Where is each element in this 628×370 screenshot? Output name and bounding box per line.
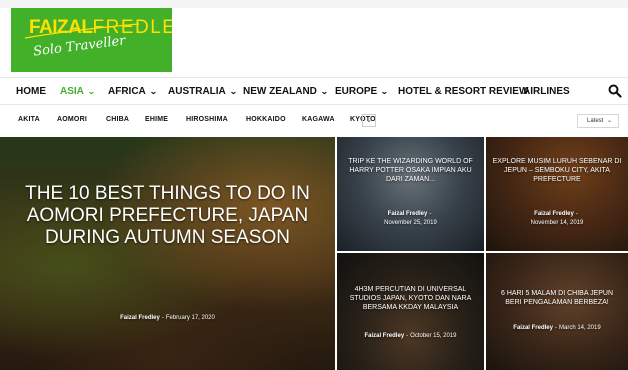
subnav-item-chiba[interactable]: CHIBA <box>106 116 129 123</box>
image-overlay <box>486 253 628 370</box>
subnav-item-kagawa[interactable]: KAGAWA <box>302 116 335 123</box>
post-author[interactable]: Faizal Fredley <box>120 315 160 321</box>
nav-item-australia[interactable]: AUSTRALIA ⌄ <box>168 86 238 97</box>
nav-item-label: NEW ZEALAND <box>243 86 317 97</box>
chevron-down-icon: ⌄ <box>149 87 158 96</box>
image-overlay <box>0 137 335 370</box>
subnav-item-hokkaido[interactable]: HOKKAIDO <box>246 116 286 123</box>
post-author[interactable]: Faizal Fredley <box>534 211 574 217</box>
post-card[interactable]: 4H3M PERCUTIAN DI UNIVERSAL STUDIOS JAPA… <box>337 253 484 370</box>
featured-title[interactable]: THE 10 BEST THINGS TO DO IN AOMORI PREFE… <box>20 183 315 249</box>
meta-separator: - <box>406 333 409 339</box>
chevron-down-icon: ⌄ <box>87 87 96 96</box>
image-overlay <box>486 137 628 251</box>
post-title[interactable]: EXPLORE MUSIM LURUH SEBENAR DI JEPUN – S… <box>492 157 622 184</box>
chevron-down-icon: ⌄ <box>366 117 372 124</box>
subnav-item-hiroshima[interactable]: HIROSHIMA <box>186 116 228 123</box>
nav-item-label: HOTEL & RESORT REVIEW <box>398 86 529 97</box>
subnav-item-ehime[interactable]: EHIME <box>145 116 168 123</box>
post-date: February 17, 2020 <box>165 315 215 321</box>
subnav-more-button[interactable]: ⌄ <box>362 114 376 127</box>
image-overlay <box>337 137 484 251</box>
main-nav: HOME ASIA ⌄ AFRICA ⌄ AUSTRALIA ⌄ NEW ZEALAN… <box>0 77 628 105</box>
meta-separator: - <box>554 325 557 331</box>
nav-item-label: AUSTRALIA <box>168 86 226 97</box>
top-strip <box>0 0 628 8</box>
chevron-down-icon: ⌄ <box>606 118 612 124</box>
post-date: October 15, 2019 <box>410 333 457 339</box>
post-meta: Faizal Fredley - <box>337 211 484 217</box>
meta-separator: - <box>429 211 432 217</box>
post-date: November 14, 2019 <box>530 220 584 226</box>
post-author[interactable]: Faizal Fredley <box>364 333 404 339</box>
post-date: November 25, 2019 <box>384 220 437 226</box>
nav-item-airlines[interactable]: AIRLINES <box>523 86 570 97</box>
chevron-down-icon: ⌄ <box>320 87 329 96</box>
chevron-down-icon: ⌄ <box>380 87 389 96</box>
post-author[interactable]: Faizal Fredley <box>513 325 553 331</box>
nav-item-hotel-resort-review[interactable]: HOTEL & RESORT REVIEW <box>398 86 528 97</box>
nav-item-label: EUROPE <box>335 86 378 97</box>
nav-item-new-zealand[interactable]: NEW ZEALAND ⌄ <box>243 86 328 97</box>
nav-item-asia[interactable]: ASIA ⌄ <box>60 86 95 97</box>
post-card[interactable]: TRIP KE THE WIZARDING WORLD OF HARRY POT… <box>337 137 484 251</box>
nav-item-label: AFRICA <box>108 86 146 97</box>
sort-select[interactable]: Latest ⌄ <box>577 114 619 128</box>
sort-select-value: Latest <box>587 118 604 124</box>
nav-item-africa[interactable]: AFRICA ⌄ <box>108 86 158 97</box>
logo-brand-part1: FAIZAL <box>29 17 93 38</box>
post-card[interactable]: EXPLORE MUSIM LURUH SEBENAR DI JEPUN – S… <box>486 137 628 251</box>
search-icon[interactable] <box>608 84 622 98</box>
subnav-item-akita[interactable]: AKITA <box>18 116 40 123</box>
featured-post[interactable]: THE 10 BEST THINGS TO DO IN AOMORI PREFE… <box>0 137 335 370</box>
subnav-item-aomori[interactable]: AOMORI <box>57 116 87 123</box>
post-date: March 14, 2019 <box>558 325 601 331</box>
post-meta: Faizal Fredley - <box>486 211 628 217</box>
post-title[interactable]: TRIP KE THE WIZARDING WORLD OF HARRY POT… <box>343 157 478 184</box>
nav-item-europe[interactable]: EUROPE ⌄ <box>335 86 389 97</box>
nav-item-label: HOME <box>16 86 46 97</box>
logo-brand: FAIZALFREDLEY <box>29 18 172 38</box>
chevron-down-icon: ⌄ <box>229 87 238 96</box>
nav-item-home[interactable]: HOME <box>16 86 46 97</box>
featured-meta: Faizal Fredley - February 17, 2020 <box>0 315 335 321</box>
meta-separator: - <box>575 211 578 217</box>
meta-separator: - <box>161 315 164 321</box>
nav-item-label: ASIA <box>60 86 84 97</box>
nav-item-label: AIRLINES <box>523 86 570 97</box>
site-logo[interactable]: FAIZALFREDLEY Solo Traveller <box>11 8 172 72</box>
post-meta: Faizal Fredley - March 14, 2019 <box>486 325 628 331</box>
post-title[interactable]: 6 HARI 5 MALAM DI CHIBA JEPUN BERI PENGA… <box>492 289 622 307</box>
sub-nav: AKITA AOMORI CHIBA EHIME HIROSHIMA HOKKA… <box>0 106 628 134</box>
post-meta: Faizal Fredley - October 15, 2019 <box>337 333 484 339</box>
post-title[interactable]: 4H3M PERCUTIAN DI UNIVERSAL STUDIOS JAPA… <box>343 285 478 312</box>
post-author[interactable]: Faizal Fredley <box>388 211 428 217</box>
post-card[interactable]: 6 HARI 5 MALAM DI CHIBA JEPUN BERI PENGA… <box>486 253 628 370</box>
page: FAIZALFREDLEY Solo Traveller HOME ASIA⌄ … <box>0 0 628 370</box>
